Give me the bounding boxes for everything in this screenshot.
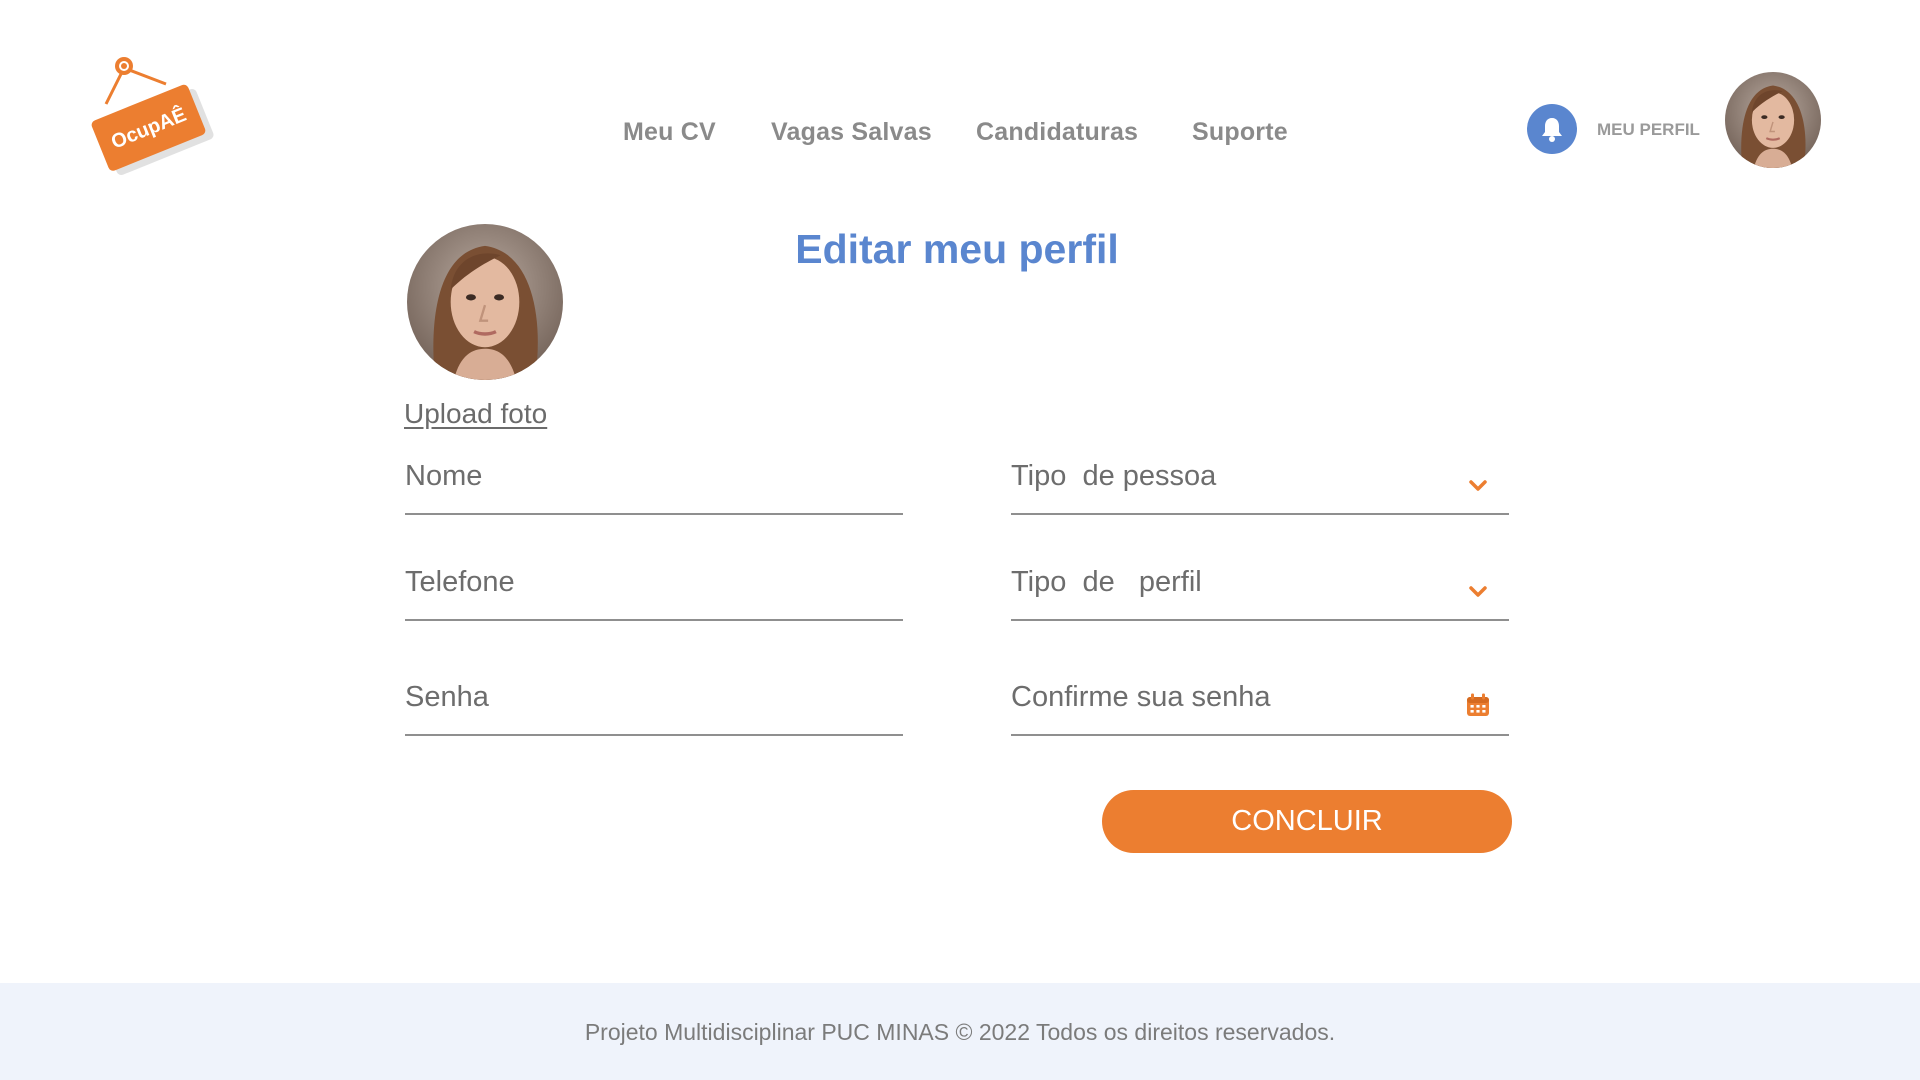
notifications-button[interactable] [1527,104,1577,154]
tipo-pessoa-placeholder: Tipo de pessoa [1011,460,1217,492]
bell-icon [1542,118,1562,142]
nome-field[interactable]: Nome [405,457,903,515]
tipo-perfil-placeholder: Tipo de perfil [1011,566,1202,598]
nav-item-meu-cv[interactable]: Meu CV [623,118,716,147]
upload-photo-link[interactable]: Upload foto [404,398,547,430]
confirme-senha-placeholder: Confirme sua senha [1011,681,1271,713]
calendar-icon[interactable] [1465,692,1491,718]
tipo-pessoa-select[interactable]: Tipo de pessoa [1011,457,1509,515]
profile-photo [407,224,563,380]
tipo-perfil-select[interactable]: Tipo de perfil [1011,563,1509,621]
confirme-senha-field[interactable]: Confirme sua senha [1011,678,1509,736]
nav-item-suporte[interactable]: Suporte [1192,118,1288,147]
senha-field[interactable]: Senha [405,678,903,736]
telefone-placeholder: Telefone [405,566,515,598]
nav-item-vagas-salvas[interactable]: Vagas Salvas [771,118,932,147]
nome-placeholder: Nome [405,460,483,492]
footer: Projeto Multidisciplinar PUC MINAS © 202… [0,983,1920,1080]
page: OcupAÊ Meu CV Vagas Salvas Candidaturas … [0,0,1920,1080]
concluir-button[interactable]: CONCLUIR [1102,790,1512,853]
chevron-down-icon[interactable] [1465,473,1491,499]
senha-placeholder: Senha [405,681,489,713]
telefone-field[interactable]: Telefone [405,563,903,621]
profile-link[interactable]: MEU PERFIL [1597,120,1700,140]
ocupae-logo[interactable]: OcupAÊ [84,52,224,182]
nav-item-candidaturas[interactable]: Candidaturas [976,118,1138,147]
page-title: Editar meu perfil [795,226,1119,272]
footer-copyright: Projeto Multidisciplinar PUC MINAS © 202… [584,1019,1336,1045]
chevron-down-icon[interactable] [1465,579,1491,605]
avatar[interactable] [1725,72,1821,168]
